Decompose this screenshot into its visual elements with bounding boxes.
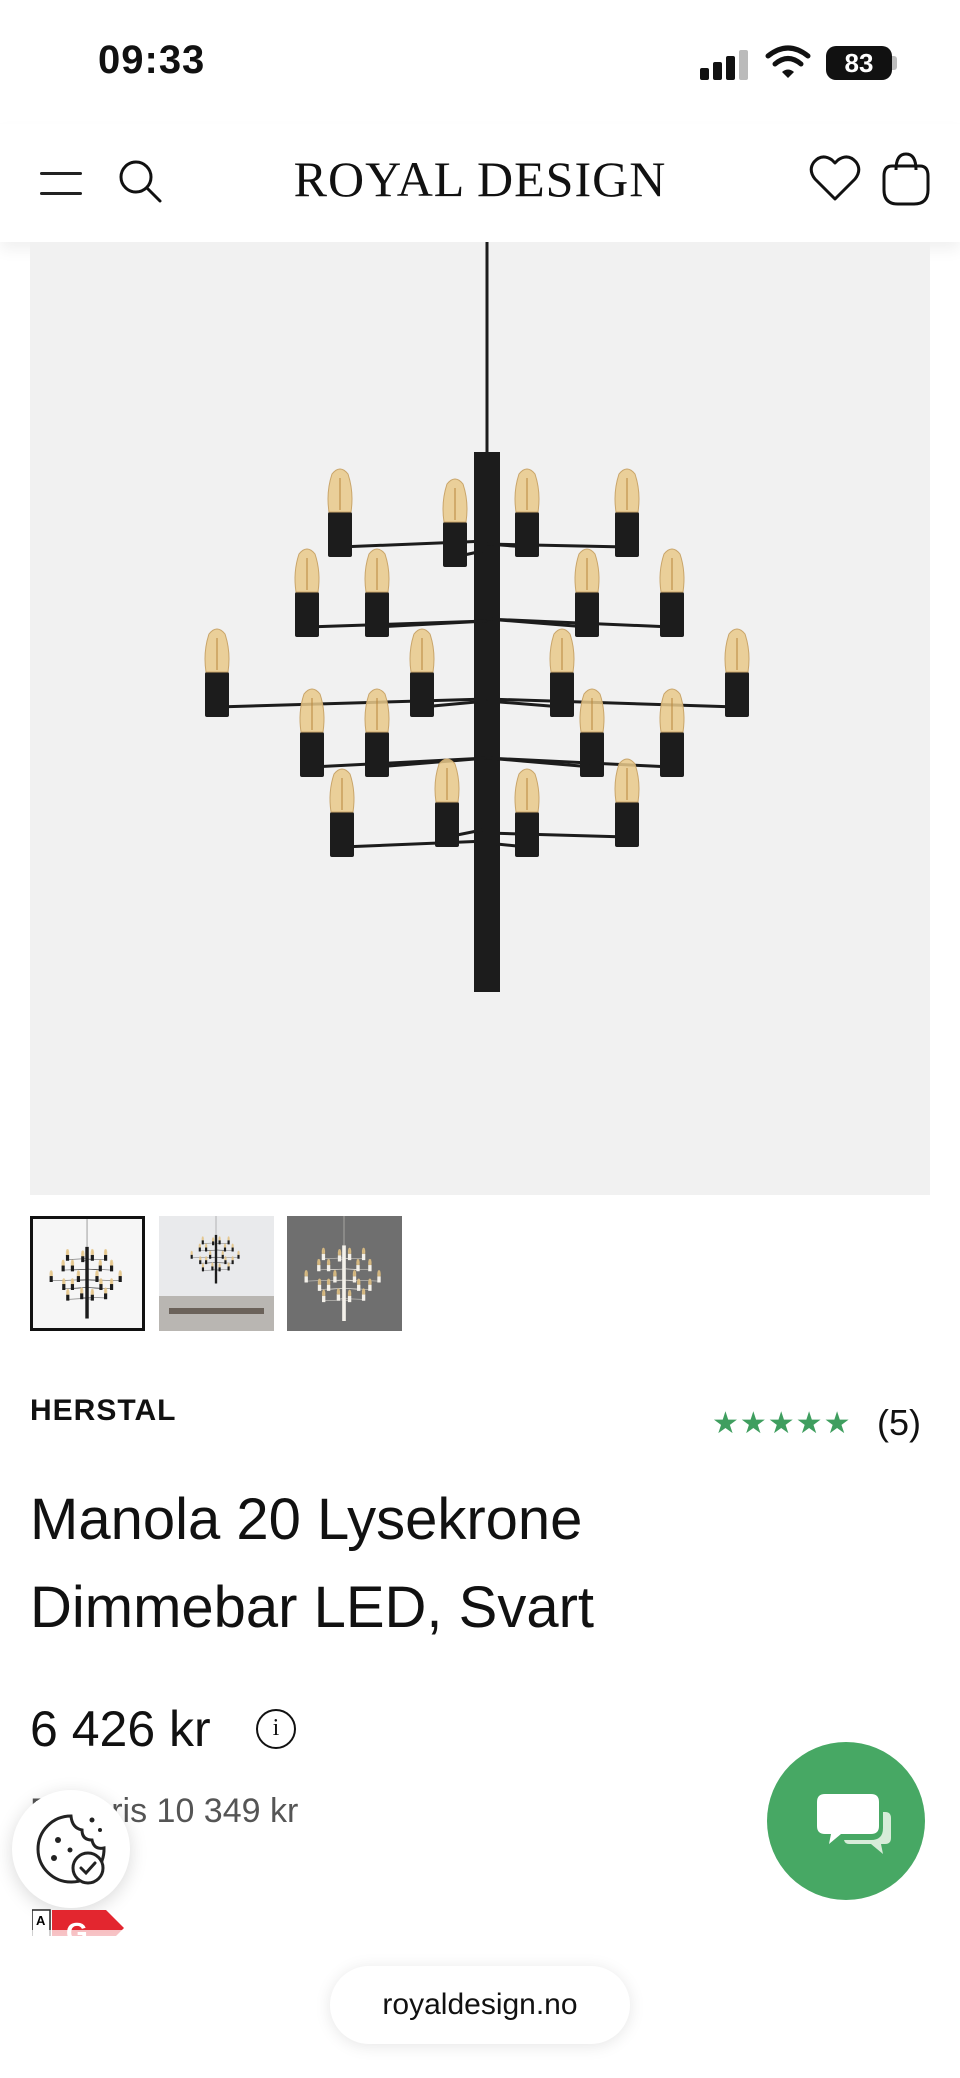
product-image[interactable] [30,242,930,1195]
heart-icon[interactable] [808,152,862,204]
battery-tip [892,56,897,70]
battery-icon: 83 [826,46,892,80]
info-icon[interactable]: i [256,1709,296,1749]
signal-icon [700,50,750,80]
svg-text:A: A [36,1913,46,1928]
rating-stars[interactable]: ★★★★★ [712,1406,851,1441]
product-thumbnail-3[interactable] [287,1216,402,1331]
product-price: 6 426 kr [30,1701,211,1757]
product-thumbnail-2[interactable] [159,1216,274,1331]
address-bar[interactable]: royaldesign.no [330,1966,630,2044]
bag-icon[interactable] [878,150,934,208]
cookie-icon [36,1814,106,1885]
product-title: Manola 20 Lysekrone Dimmebar LED, Svart [30,1487,595,1640]
chat-button[interactable] [767,1742,925,1900]
review-count[interactable]: (5) [877,1402,921,1444]
cookie-settings-button[interactable] [12,1790,130,1908]
status-time: 09:33 [98,38,206,82]
product-thumbnail-1[interactable] [30,1216,145,1331]
wifi-icon [765,44,811,80]
product-brand[interactable]: HERSTAL [30,1394,176,1428]
chat-icon [817,1794,891,1854]
